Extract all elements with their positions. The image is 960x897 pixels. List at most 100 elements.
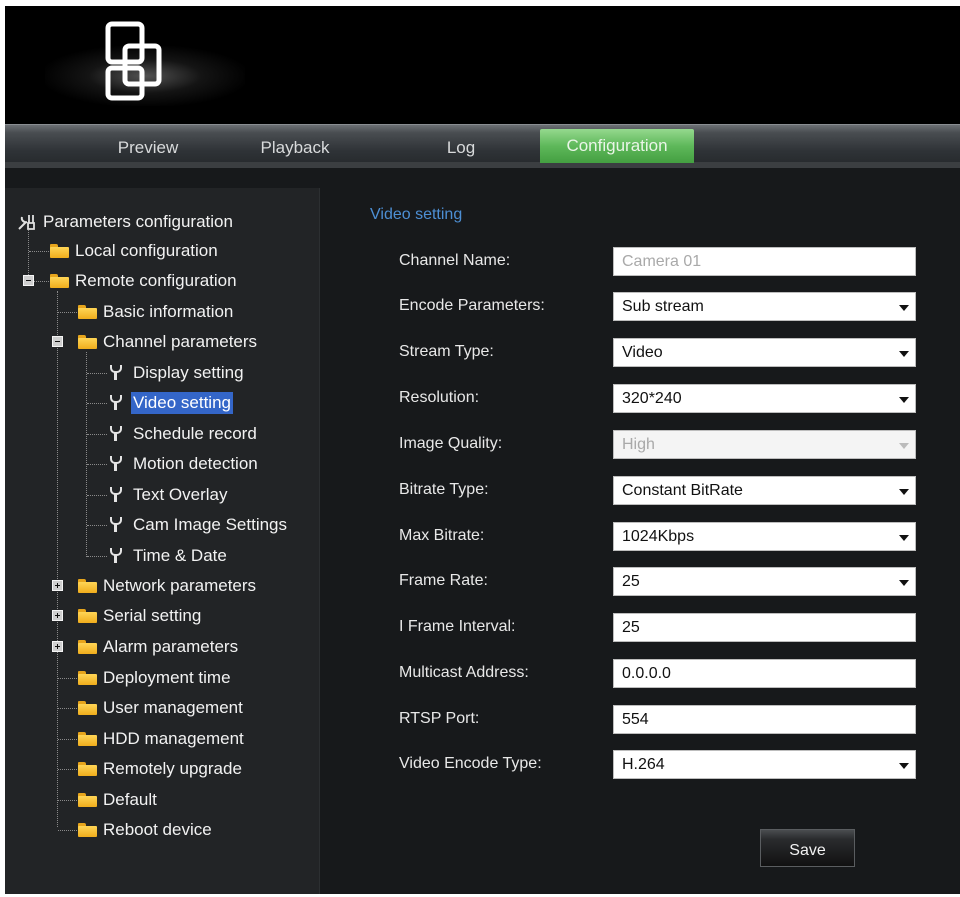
tree-label: Video setting [131,392,233,414]
video-encode-type-value: H.264 [622,756,665,773]
wrench-icon [109,395,123,411]
i-frame-interval-field[interactable]: 25 [613,613,916,642]
tree-item-channel[interactable]: Channel parameters [78,330,259,354]
tree-label: Time & Date [133,546,227,565]
channel-name-label: Channel Name: [399,252,511,269]
encode-parameters-label: Encode Parameters: [399,297,545,314]
tree-item-alarm[interactable]: Alarm parameters [78,635,240,659]
wrench-icon [109,426,123,442]
chevron-down-icon [899,351,909,357]
tree-item-serial[interactable]: Serial setting [78,604,203,628]
stream-type-label: Stream Type: [399,343,494,360]
folder-icon [78,335,97,349]
tree-label: Default [103,790,157,809]
image-quality-label: Image Quality: [399,435,503,452]
bitrate-type-select[interactable]: Constant BitRate [613,476,916,505]
chevron-down-icon [899,580,909,586]
save-button[interactable]: Save [760,829,855,867]
content-area: Parameters configuration Local configura… [5,168,960,894]
chevron-down-icon [899,397,909,403]
tree-line [57,291,58,827]
channel-name-field[interactable]: Camera 01 [613,247,916,276]
stream-type-select[interactable]: Video [613,338,916,367]
bitrate-type-label: Bitrate Type: [399,481,489,498]
wrench-icon [109,456,123,472]
tree-root[interactable]: Parameters configuration [17,210,235,234]
tree-label: Alarm parameters [103,637,239,656]
folder-icon [50,244,69,258]
tree-item-deployment[interactable]: Deployment time [78,666,233,690]
tab-log[interactable]: Log [406,131,516,163]
tree-line [34,281,49,282]
tree-item-text-overlay[interactable]: Text Overlay [109,483,229,507]
folder-icon [50,274,69,288]
tools-icon [18,215,35,230]
tree-item-basic[interactable]: Basic information [78,300,235,324]
chevron-down-icon [899,489,909,495]
tree-item-local[interactable]: Local configuration [50,239,220,263]
tree-label: Text Overlay [133,485,228,504]
tree-line [58,678,77,679]
tree-line [58,312,77,313]
video-encode-type-select[interactable]: H.264 [613,750,916,779]
folder-icon [78,701,97,715]
tree-item-motion[interactable]: Motion detection [109,452,260,476]
config-tree: Parameters configuration Local configura… [5,188,320,894]
tree-item-default[interactable]: Default [78,788,159,812]
tree-line [87,464,107,465]
tree-label: Deployment time [103,668,231,687]
tree-line [87,434,107,435]
resolution-value: 320*240 [622,390,682,407]
expand-network-icon[interactable] [52,580,63,591]
tree-label: Serial setting [103,606,202,625]
tree-item-reboot[interactable]: Reboot device [78,818,214,842]
max-bitrate-value: 1024Kbps [622,528,695,545]
rtsp-port-field[interactable]: 554 [613,705,916,734]
tree-label: HDD management [103,729,244,748]
video-encode-type-label: Video Encode Type: [399,755,542,772]
frame-rate-select[interactable]: 25 [613,567,916,596]
image-quality-select[interactable]: High [613,430,916,459]
tree-line [58,800,77,801]
tree-label: Cam Image Settings [133,515,288,534]
multicast-address-field[interactable]: 0.0.0.0 [613,659,916,688]
max-bitrate-label: Max Bitrate: [399,527,485,544]
collapse-remote-icon[interactable] [23,275,34,286]
tree-label: Display setting [133,363,244,382]
tree-line [58,739,77,740]
expand-alarm-icon[interactable] [52,641,63,652]
tab-configuration[interactable]: Configuration [540,129,694,163]
tab-preview[interactable]: Preview [93,131,203,163]
wrench-icon [109,365,123,381]
folder-icon [78,640,97,654]
tree-item-upgrade[interactable]: Remotely upgrade [78,757,244,781]
max-bitrate-select[interactable]: 1024Kbps [613,522,916,551]
tree-item-schedule[interactable]: Schedule record [109,422,259,446]
tree-line [86,352,87,557]
tree-item-display[interactable]: Display setting [109,361,246,385]
rtsp-port-label: RTSP Port: [399,710,480,727]
frame-rate-label: Frame Rate: [399,572,488,589]
tree-item-remote[interactable]: Remote configuration [50,269,239,293]
tab-playback[interactable]: Playback [240,131,350,163]
tree-label: Local configuration [75,241,218,260]
tree-item-time-date[interactable]: Time & Date [109,544,229,568]
encode-parameters-select[interactable]: Sub stream [613,292,916,321]
tree-line [87,495,107,496]
chevron-down-icon [899,305,909,311]
chevron-down-icon [899,535,909,541]
tree-item-hdd-mgmt[interactable]: HDD management [78,727,246,751]
resolution-select[interactable]: 320*240 [613,384,916,413]
folder-icon [78,823,97,837]
collapse-channel-icon[interactable] [52,336,63,347]
tree-item-video[interactable]: Video setting [109,391,233,415]
section-title: Video setting [370,206,463,223]
tree-item-user-mgmt[interactable]: User management [78,696,245,720]
tree-item-cam-image[interactable]: Cam Image Settings [109,513,289,537]
tree-line [87,556,107,557]
tree-label: Remotely upgrade [103,759,242,778]
expand-serial-icon[interactable] [52,610,63,621]
tree-label: Reboot device [103,820,212,839]
tree-item-network[interactable]: Network parameters [78,574,258,598]
tree-line [58,769,77,770]
